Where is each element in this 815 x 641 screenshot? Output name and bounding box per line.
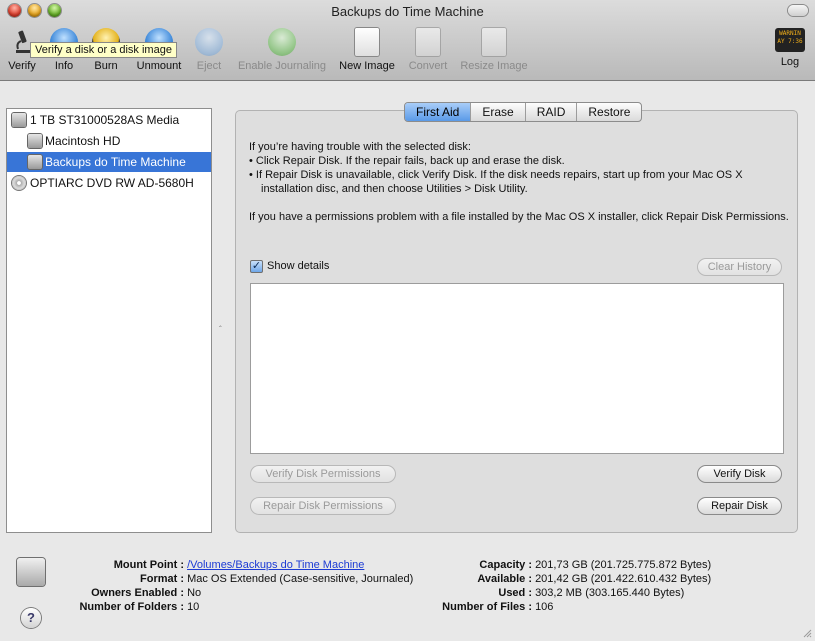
owners-value: No xyxy=(187,587,202,599)
instruction-bullet: • Click Repair Disk. If the repair fails… xyxy=(249,155,565,167)
verify-tooltip: Verify a disk or a disk image xyxy=(30,42,177,58)
resize-grip-icon[interactable] xyxy=(802,628,812,638)
clear-history-button[interactable]: Clear History xyxy=(697,258,782,276)
eject-icon xyxy=(195,28,223,56)
unmount-label: Unmount xyxy=(136,60,182,72)
show-details-label: Show details xyxy=(267,260,330,272)
details-log-area[interactable] xyxy=(250,283,784,454)
enable-journaling-button[interactable]: Enable Journaling xyxy=(234,28,330,76)
mount-point-label: Mount Point : xyxy=(113,559,184,571)
resize-image-icon xyxy=(482,28,506,56)
format-label: Format : xyxy=(140,573,184,585)
split-view-handle-icon[interactable]: ‸ xyxy=(219,318,222,327)
owners-row: Owners Enabled : No xyxy=(60,587,201,599)
volume-icon xyxy=(17,558,45,586)
log-icon: WARNIN AY 7:36 xyxy=(775,28,805,52)
burn-label: Burn xyxy=(94,60,118,72)
disk-list: 1 TB ST31000528AS Media Macintosh HD Bac… xyxy=(6,108,212,533)
repair-disk-permissions-button[interactable]: Repair Disk Permissions xyxy=(250,497,396,515)
journaling-icon xyxy=(268,28,296,56)
folders-label: Number of Folders : xyxy=(79,601,184,613)
mount-point-link[interactable]: /Volumes/Backups do Time Machine xyxy=(187,559,364,571)
used-row: Used : 303,2 MB (303.165.440 Bytes) xyxy=(420,587,684,599)
new-image-button[interactable]: New Image xyxy=(337,28,397,76)
verify-disk-button[interactable]: Verify Disk xyxy=(697,465,782,483)
capacity-row: Capacity : 201,73 GB (201.725.775.872 By… xyxy=(420,559,711,571)
toolbar-toggle-button[interactable] xyxy=(788,5,808,16)
convert-button[interactable]: Convert xyxy=(405,28,451,76)
owners-label: Owners Enabled : xyxy=(91,587,184,599)
first-aid-instructions: If you’re having trouble with the select… xyxy=(249,140,789,224)
tab-bar: First Aid Erase RAID Restore xyxy=(404,102,643,122)
folders-value: 10 xyxy=(187,601,200,613)
convert-icon xyxy=(416,28,440,56)
window-title: Backups do Time Machine xyxy=(331,4,484,19)
files-row: Number of Files : 106 xyxy=(420,601,553,613)
info-label: Info xyxy=(54,60,74,72)
verify-label: Verify xyxy=(8,60,36,72)
show-details-checkbox[interactable]: ✓ xyxy=(250,260,263,273)
log-button[interactable]: WARNIN AY 7:36 Log xyxy=(773,28,807,76)
capacity-label: Capacity : xyxy=(479,559,532,571)
convert-label: Convert xyxy=(408,60,448,72)
hard-drive-icon xyxy=(12,113,26,127)
files-label: Number of Files : xyxy=(442,601,532,613)
folders-row: Number of Folders : 10 xyxy=(60,601,199,613)
available-label: Available : xyxy=(477,573,532,585)
eject-label: Eject xyxy=(196,60,222,72)
available-row: Available : 201,42 GB (201.422.610.432 B… xyxy=(420,573,711,585)
new-image-label: New Image xyxy=(339,60,395,72)
format-row: Format : Mac OS Extended (Case-sensitive… xyxy=(60,573,413,585)
volume-icon xyxy=(28,155,42,169)
sidebar-item-label: Backups do Time Machine xyxy=(45,155,186,169)
volume-icon xyxy=(28,134,42,148)
log-label: Log xyxy=(780,56,800,68)
tab-raid[interactable]: RAID xyxy=(526,103,578,121)
new-image-icon xyxy=(355,28,379,56)
sidebar-item-drive[interactable]: 1 TB ST31000528AS Media xyxy=(7,110,211,130)
used-label: Used : xyxy=(498,587,532,599)
sidebar-item-volume[interactable]: Macintosh HD xyxy=(7,131,211,151)
used-value: 303,2 MB (303.165.440 Bytes) xyxy=(535,587,685,599)
files-value: 106 xyxy=(535,601,554,613)
capacity-value: 201,73 GB (201.725.775.872 Bytes) xyxy=(535,559,712,571)
permissions-text: If you have a permissions problem with a… xyxy=(249,211,789,223)
instruction-bullet: • If Repair Disk is unavailable, click V… xyxy=(249,169,743,195)
resize-image-button[interactable]: Resize Image xyxy=(457,28,531,76)
available-value: 201,42 GB (201.422.610.432 Bytes) xyxy=(535,573,712,585)
sidebar-item-volume-selected[interactable]: Backups do Time Machine xyxy=(7,152,211,172)
resize-image-label: Resize Image xyxy=(460,60,528,72)
disk-utility-window: Backups do Time Machine Verify Info Burn… xyxy=(0,0,815,641)
sidebar-item-label: Macintosh HD xyxy=(45,134,121,148)
intro-text: If you’re having trouble with the select… xyxy=(249,141,471,153)
repair-disk-button[interactable]: Repair Disk xyxy=(697,497,782,515)
tab-restore[interactable]: Restore xyxy=(577,103,641,121)
sidebar-item-dvd[interactable]: OPTIARC DVD RW AD-5680H xyxy=(7,173,211,193)
optical-drive-icon xyxy=(12,176,26,190)
verify-disk-permissions-button[interactable]: Verify Disk Permissions xyxy=(250,465,396,483)
sidebar-item-label: 1 TB ST31000528AS Media xyxy=(30,113,180,127)
sidebar-item-label: OPTIARC DVD RW AD-5680H xyxy=(30,176,194,190)
mount-point-row: Mount Point : /Volumes/Backups do Time M… xyxy=(60,559,365,571)
format-value: Mac OS Extended (Case-sensitive, Journal… xyxy=(187,573,414,585)
help-button[interactable]: ? xyxy=(21,608,41,628)
enable-journaling-label: Enable Journaling xyxy=(237,60,327,72)
tab-first-aid[interactable]: First Aid xyxy=(405,103,472,121)
eject-button[interactable]: Eject xyxy=(193,28,225,76)
toolbar: Backups do Time Machine Verify Info Burn… xyxy=(0,0,815,81)
tab-erase[interactable]: Erase xyxy=(471,103,526,121)
